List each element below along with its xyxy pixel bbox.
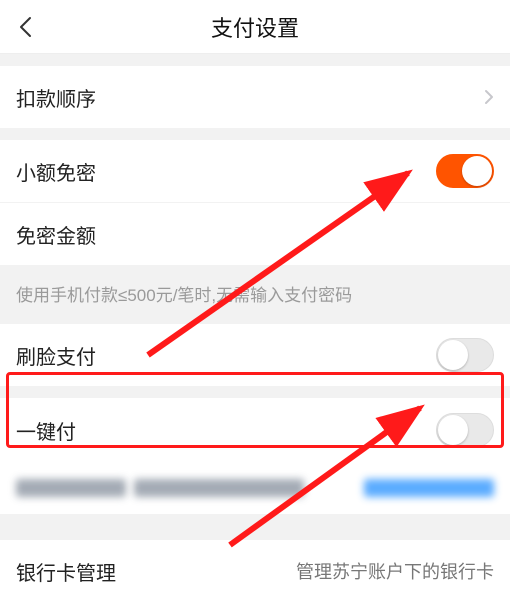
blurred-description (0, 462, 510, 514)
row-deduct-order[interactable]: 扣款顺序 (0, 66, 510, 128)
row-value: 管理苏宁账户下的银行卡 (296, 558, 494, 584)
back-button[interactable] (14, 15, 38, 39)
row-label: 刷脸支付 (16, 341, 96, 370)
row-one-key-pay: 一键付 (0, 398, 510, 462)
row-label: 小额免密 (16, 157, 96, 186)
row-no-pwd-amount[interactable]: 免密金额 (0, 203, 510, 265)
chevron-right-icon (484, 89, 494, 105)
row-bank-manage[interactable]: 银行卡管理 管理苏宁账户下的银行卡 (0, 540, 510, 602)
toggle-small-no-pwd[interactable] (436, 154, 494, 188)
hint-text: 使用手机付款≤500元/笔时,无需输入支付密码 (0, 265, 510, 324)
row-label: 一键付 (16, 416, 76, 445)
row-face-pay: 刷脸支付 (0, 324, 510, 386)
toggle-one-key-pay[interactable] (436, 413, 494, 447)
row-small-no-pwd: 小额免密 (0, 140, 510, 202)
row-value (440, 221, 494, 247)
chevron-left-icon (18, 16, 34, 38)
row-label: 银行卡管理 (16, 557, 116, 586)
row-label: 免密金额 (16, 220, 96, 249)
page-title: 支付设置 (0, 11, 510, 43)
toggle-face-pay[interactable] (436, 338, 494, 372)
row-value (312, 84, 474, 110)
header: 支付设置 (0, 0, 510, 54)
row-label: 扣款顺序 (16, 83, 96, 112)
